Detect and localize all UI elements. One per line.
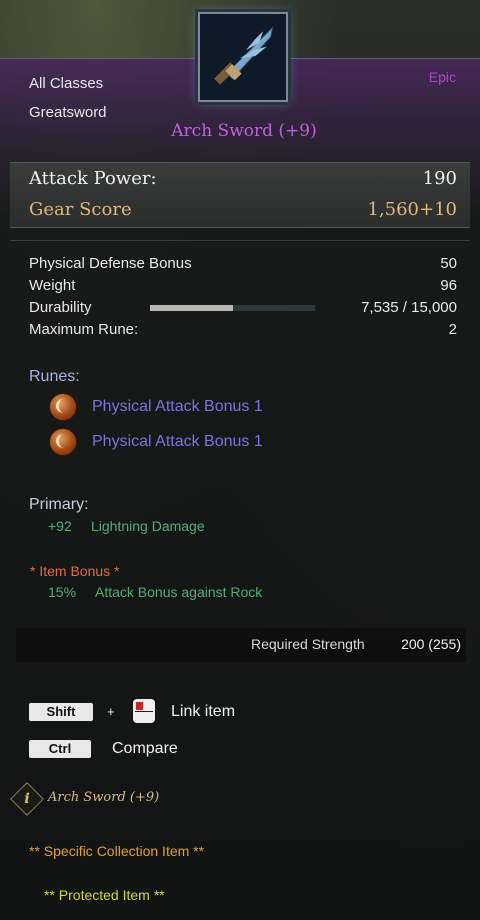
rune-label[interactable]: Physical Attack Bonus 1 xyxy=(92,433,263,451)
item-bonus-title: * Item Bonus * xyxy=(30,563,120,579)
stat-value: 2 xyxy=(448,321,457,338)
info-icon-glyph: i xyxy=(24,791,30,807)
stat-label: Weight xyxy=(29,277,76,294)
primary-label: Lightning Damage xyxy=(91,518,205,534)
item-bonus-label: Attack Bonus against Rock xyxy=(95,584,263,600)
stat-value: 96 xyxy=(440,277,457,294)
item-name-italic: Arch Sword (+9) xyxy=(48,790,160,805)
item-bonus-value: 15% xyxy=(48,584,77,600)
weapon-type: Greatsword xyxy=(29,104,107,121)
gear-score-value: 1,560+10 xyxy=(367,199,457,220)
requirement-label: Required Strength xyxy=(251,636,365,652)
ctrl-key: Ctrl xyxy=(29,740,91,758)
stat-label: Physical Defense Bonus xyxy=(29,255,192,272)
shift-key: Shift xyxy=(29,703,93,721)
stat-label: Maximum Rune: xyxy=(29,321,139,338)
collection-item-label: ** Specific Collection Item ** xyxy=(29,843,205,859)
plus-sign: + xyxy=(107,704,115,719)
durability-bar-fill xyxy=(150,305,233,311)
rarity-label: Epic xyxy=(428,69,456,85)
class-requirement: All Classes xyxy=(29,75,104,92)
primary-title: Primary: xyxy=(29,496,89,513)
durability-bar xyxy=(150,305,315,311)
divider xyxy=(10,240,470,241)
link-item-label: Link item xyxy=(171,703,236,720)
greatsword-icon xyxy=(198,12,288,102)
attack-power-value: 190 xyxy=(422,168,457,189)
runes-title: Runes: xyxy=(29,368,80,385)
rune-label[interactable]: Physical Attack Bonus 1 xyxy=(92,398,263,416)
stat-value: 50 xyxy=(440,255,457,272)
compare-label: Compare xyxy=(112,740,178,757)
primary-value: +92 xyxy=(48,518,72,534)
requirement-value: 200 (255) xyxy=(401,636,461,652)
rune-icon xyxy=(49,428,77,456)
mouse-icon xyxy=(133,699,155,723)
rune-icon xyxy=(49,393,77,421)
durability-label: Durability xyxy=(29,299,92,316)
item-name: Arch Sword (+9) xyxy=(171,121,317,141)
gear-score-label: Gear Score xyxy=(29,199,132,220)
attack-power-label: Attack Power: xyxy=(29,168,157,189)
requirement-box xyxy=(16,628,466,662)
durability-value: 7,535 / 15,000 xyxy=(361,299,457,316)
protected-item-label: ** Protected Item ** xyxy=(44,887,165,903)
